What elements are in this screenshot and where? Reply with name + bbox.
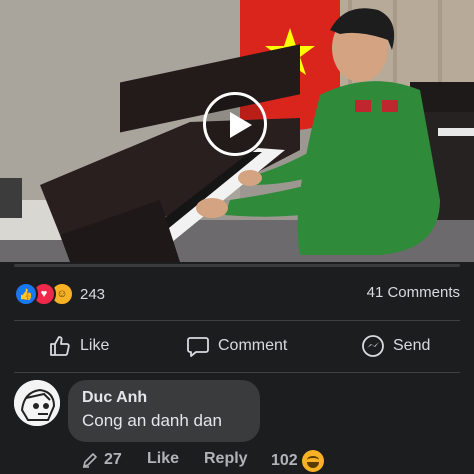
comment-label: Comment [218,337,288,354]
like-button[interactable]: Like [48,332,109,360]
comments-count-link[interactable]: 41 Comments [367,284,460,301]
like-icon: 👍 [14,282,38,306]
comment-reply-button[interactable]: Reply [204,450,248,468]
comment-bubble[interactable]: Duc Anh Cong an danh dan [68,380,260,442]
send-button[interactable]: Send [361,332,430,360]
comment-reactions[interactable]: 102 [271,450,324,472]
divider [14,320,460,321]
video-progress-bar[interactable] [14,264,460,267]
comment-bubble-icon [187,337,209,357]
messenger-icon [362,335,384,357]
reaction-summary[interactable]: 👍 ♥ ☺ 243 [14,282,105,306]
send-label: Send [393,337,431,354]
play-button[interactable] [203,92,267,156]
edit-pencil-icon [83,453,97,468]
edit-count-value: 27 [104,451,122,468]
like-label: Like [80,337,110,354]
commenter-name[interactable]: Duc Anh [82,389,246,407]
video-player[interactable] [0,0,474,262]
commenter-avatar[interactable] [14,380,60,426]
haha-icon [301,450,324,472]
avatar-drawing [14,380,60,426]
comment-text: Cong an danh dan [82,411,222,430]
edit-count[interactable]: 27 [80,450,122,470]
divider [14,372,460,373]
comment-button[interactable]: Comment [186,332,287,360]
comment-reaction-count: 102 [271,452,298,469]
comment-like-button[interactable]: Like [147,450,179,468]
thumbs-up-icon [50,336,70,356]
reaction-count: 243 [80,285,106,303]
